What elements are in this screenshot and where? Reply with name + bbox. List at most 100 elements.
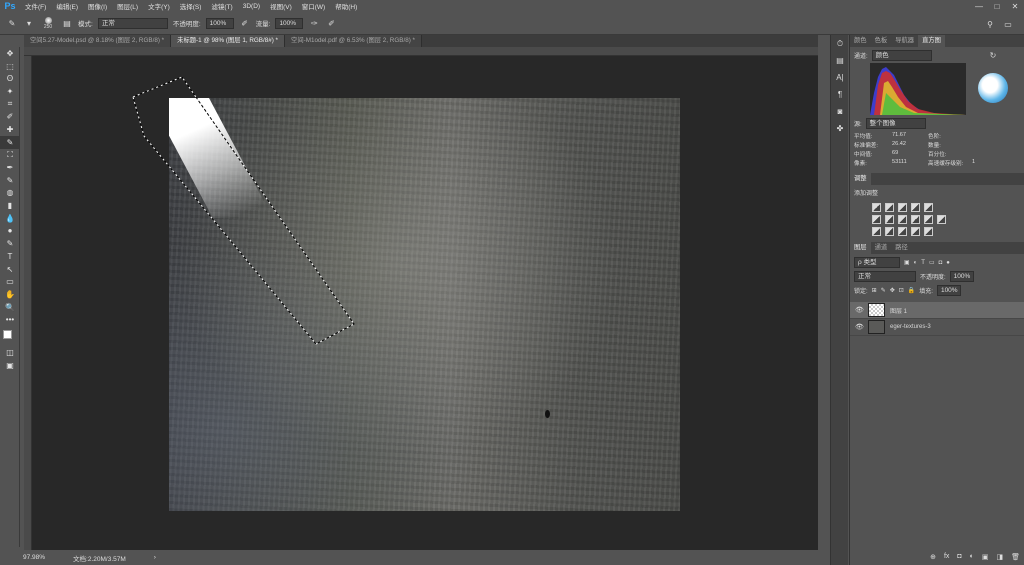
pen-tool-icon[interactable]: ✎ <box>0 237 20 250</box>
airbrush-icon[interactable]: ✑ <box>308 17 320 29</box>
tab-navigator[interactable]: 导航器 <box>891 35 918 47</box>
path-select-tool-icon[interactable]: ↖ <box>0 263 20 276</box>
search-icon[interactable]: ⚲ <box>984 18 996 30</box>
menu-edit[interactable]: 编辑(E) <box>51 1 83 11</box>
add-mask-icon[interactable]: ◘ <box>957 553 961 561</box>
menu-help[interactable]: 帮助(H) <box>330 1 362 11</box>
quick-select-tool-icon[interactable]: ✦ <box>0 85 20 98</box>
refresh-icon[interactable]: ↻ <box>990 51 997 60</box>
gradient-map-icon[interactable] <box>911 227 920 236</box>
link-layers-icon[interactable]: ⊕ <box>930 553 936 561</box>
stamp-tool-icon[interactable]: ⛶ <box>0 149 20 162</box>
minimize-button[interactable]: — <box>970 2 988 11</box>
foreground-color-swatch[interactable] <box>3 330 12 340</box>
lock-all-icon[interactable]: 🔒 <box>908 287 915 294</box>
tab-doc-2[interactable]: 未标题-1 @ 98% (图层 1, RGB/8#) * <box>171 35 286 47</box>
more-tools-icon[interactable]: ••• <box>0 313 20 326</box>
brush-tool-icon[interactable]: ✎ <box>0 135 20 149</box>
menu-image[interactable]: 图像(I) <box>83 1 112 11</box>
black-white-icon[interactable] <box>898 215 907 224</box>
selective-color-icon[interactable] <box>924 227 933 236</box>
type-tool-icon[interactable]: T <box>0 250 20 263</box>
filter-toggle-icon[interactable]: ● <box>946 260 950 266</box>
layer-row[interactable]: 👁 eger-textures-3 <box>850 319 1024 336</box>
lock-pixels-icon[interactable]: ✎ <box>881 287 886 294</box>
tab-channels[interactable]: 通道 <box>871 242 892 254</box>
opacity-input[interactable]: 100% <box>205 17 234 29</box>
tab-doc-3[interactable]: 空间-M1odel.pdf @ 6.53% (图层 2, RGB/8) * <box>285 35 422 47</box>
layer-opacity-input[interactable]: 100% <box>949 271 974 282</box>
menu-window[interactable]: 窗口(W) <box>297 1 330 11</box>
character-panel-icon[interactable]: A| <box>831 69 849 86</box>
levels-icon[interactable] <box>885 203 894 212</box>
new-group-icon[interactable]: ▣ <box>982 553 989 561</box>
zoom-level[interactable]: 97.98% <box>23 554 45 561</box>
menu-file[interactable]: 文件(F) <box>20 1 51 11</box>
gradient-tool-icon[interactable]: ◍ <box>0 187 20 200</box>
marquee-tool-icon[interactable]: ⬚ <box>0 60 20 73</box>
eye-icon[interactable]: 👁 <box>855 323 864 331</box>
menu-3d[interactable]: 3D(D) <box>238 3 265 10</box>
eyedropper-tool-icon[interactable]: ✐ <box>0 110 20 123</box>
color-lookup-icon[interactable] <box>937 215 946 224</box>
tab-adjustments[interactable]: 调整 <box>850 173 871 185</box>
hand-tool-icon[interactable]: ✋ <box>0 288 20 301</box>
posterize-icon[interactable] <box>885 227 894 236</box>
photo-filter-icon[interactable] <box>911 215 920 224</box>
move-tool-icon[interactable]: ✥ <box>0 47 20 60</box>
brush-preset-picker[interactable]: 250 <box>40 16 56 30</box>
tab-histogram[interactable]: 直方图 <box>918 35 945 47</box>
tab-paths[interactable]: 路径 <box>891 242 912 254</box>
blend-mode-select[interactable]: 正常 <box>854 271 916 282</box>
zoom-tool-icon[interactable]: 🔍 <box>0 301 20 314</box>
canvas-workspace[interactable] <box>32 56 818 550</box>
new-adjustment-icon[interactable]: ◐ <box>970 553 974 561</box>
history-panel-icon[interactable]: ⏱ <box>831 35 849 52</box>
layer-filter-select[interactable]: ρ 类型 <box>854 257 900 268</box>
lock-position-icon[interactable]: ✥ <box>890 287 895 294</box>
delete-layer-icon[interactable]: 🗑 <box>1011 553 1020 561</box>
paragraph-panel-icon[interactable]: ¶ <box>831 86 849 103</box>
healing-tool-icon[interactable]: ✚ <box>0 123 20 136</box>
filter-adjustment-icon[interactable]: ◐ <box>914 260 918 266</box>
vibrance-icon[interactable] <box>924 203 933 212</box>
history-brush-tool-icon[interactable]: ✒ <box>0 161 20 174</box>
channel-select[interactable]: 颜色 <box>871 50 932 61</box>
curves-icon[interactable] <box>898 203 907 212</box>
filter-pixel-icon[interactable]: ▣ <box>904 259 910 266</box>
hue-saturation-icon[interactable] <box>872 215 881 224</box>
dodge-tool-icon[interactable]: 💧 <box>0 212 20 225</box>
pressure-opacity-icon[interactable]: ✐ <box>239 17 251 29</box>
lasso-tool-icon[interactable]: ʘ <box>0 72 20 85</box>
filter-type-icon[interactable]: T <box>921 260 925 266</box>
filter-smart-object-icon[interactable]: ◘ <box>939 260 943 266</box>
exposure-icon[interactable] <box>911 203 920 212</box>
fill-input[interactable]: 100% <box>936 285 961 296</box>
color-swatches[interactable] <box>0 326 19 346</box>
rectangle-tool-icon[interactable]: ▭ <box>0 275 20 288</box>
mode-select[interactable]: 正常 <box>97 17 168 29</box>
pressure-size-icon[interactable]: ✐ <box>325 17 337 29</box>
tab-color[interactable]: 颜色 <box>850 35 871 47</box>
channel-mixer-icon[interactable] <box>924 215 933 224</box>
tab-swatches[interactable]: 色板 <box>871 35 892 47</box>
layer-style-icon[interactable]: fx <box>944 553 949 561</box>
burn-tool-icon[interactable]: ● <box>0 225 20 238</box>
brush-presets-icon[interactable]: ◙ <box>831 103 849 120</box>
layer-row[interactable]: 👁 图层 1 <box>850 302 1024 319</box>
tab-doc-1[interactable]: 空间5.27-Model.psd @ 8.18% (图层 2, RGB/8) * <box>24 35 172 47</box>
tool-presets-icon[interactable]: ✤ <box>831 120 849 137</box>
eraser-tool-icon[interactable]: ✎ <box>0 174 20 187</box>
menu-view[interactable]: 视图(V) <box>265 1 297 11</box>
brush-panel-toggle-icon[interactable]: ▤ <box>61 17 73 29</box>
menu-filter[interactable]: 滤镜(T) <box>206 1 237 11</box>
chevron-right-icon[interactable]: › <box>154 554 156 561</box>
eye-icon[interactable]: 👁 <box>855 306 864 314</box>
lock-artboard-icon[interactable]: ⊡ <box>899 287 904 294</box>
screen-mode-icon[interactable]: ▣ <box>0 359 20 372</box>
new-layer-icon[interactable]: ◨ <box>996 553 1003 561</box>
brightness-contrast-icon[interactable] <box>872 203 881 212</box>
threshold-icon[interactable] <box>898 227 907 236</box>
menu-type[interactable]: 文字(Y) <box>143 1 175 11</box>
crop-tool-icon[interactable]: ⌗ <box>0 98 20 111</box>
